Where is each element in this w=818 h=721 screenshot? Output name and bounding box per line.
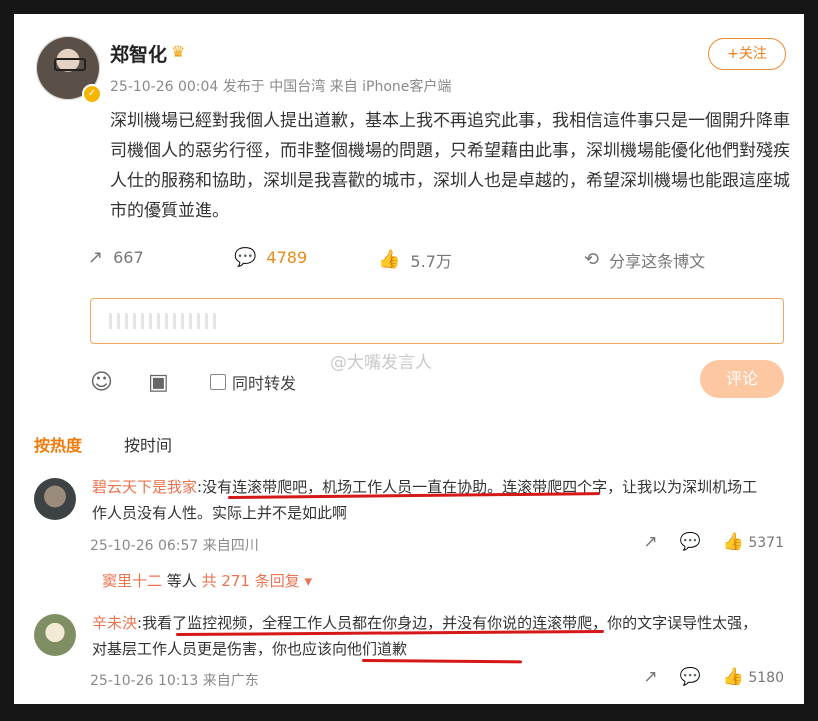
commenter-avatar[interactable] (34, 614, 76, 656)
reply-summary[interactable]: 窦里十二 等人 共 271 条回复 ▾ (102, 570, 312, 591)
submit-comment-button[interactable]: 评论 (700, 360, 784, 398)
reply-more[interactable]: 共 271 条回复 ▾ (202, 572, 312, 590)
comment-input[interactable] (90, 298, 784, 344)
comment-action[interactable]: 💬 4789 (234, 248, 307, 267)
crown-icon: ♛ (171, 42, 186, 61)
comment-tools: ↗ 💬 👍 5371 (643, 532, 784, 552)
like-group[interactable]: 👍 5371 (722, 532, 784, 552)
post-meta: 25-10-26 00:04 发布于 中国台湾 来自 iPhone客户端 (110, 79, 452, 95)
author-name[interactable]: 郑智化 (110, 40, 167, 67)
thumb-up-icon: 👍 (378, 249, 401, 270)
verified-badge-icon: ✓ (82, 84, 102, 104)
image-icon[interactable]: ▣ (148, 370, 169, 395)
like-count: 5180 (748, 670, 784, 686)
commenter-name[interactable]: 碧云天下是我家 (92, 478, 197, 496)
reply-user[interactable]: 窦里十二 (102, 572, 162, 590)
comment-icon[interactable]: 💬 (680, 534, 701, 551)
tab-time[interactable]: 按时间 (124, 432, 172, 456)
repost-checkbox[interactable]: 同时转发 (210, 370, 296, 394)
post-content: 深圳機場已經對我個人提出道歉，基本上我不再追究此事，我相信這件事只是一個開升降車… (110, 111, 790, 221)
like-count: 5.7万 (410, 252, 452, 271)
comment-icon[interactable]: 💬 (680, 669, 701, 686)
comment-meta: 25-10-26 06:57 来自四川 (90, 538, 259, 554)
commenter-name[interactable]: 辛未泱 (92, 614, 137, 632)
post-actions: ↗ 667 💬 4789 👍 5.7万 ⟲ 分享这条博文 (88, 248, 784, 276)
share-label: 分享这条博文 (609, 252, 706, 271)
like-group[interactable]: 👍 5180 (722, 667, 784, 687)
repost-count: 667 (113, 248, 144, 267)
reply-middle: 等人 (162, 572, 202, 590)
follow-button[interactable]: +关注 (708, 38, 786, 70)
commenter-avatar[interactable] (34, 478, 76, 520)
checkbox-box[interactable] (210, 374, 226, 390)
tab-hot[interactable]: 按热度 (34, 432, 82, 456)
like-action[interactable]: 👍 5.7万 (378, 248, 452, 272)
share-icon: ⟲ (584, 249, 600, 270)
comment-item-2: 辛未泱:我看了监控视频，全程工作人员都在你身边，并没有你说的连滚带爬，你的文字误… (34, 610, 784, 700)
thumb-up-icon: 👍 (722, 667, 744, 687)
comment-text: 碧云天下是我家:没有连滚带爬吧，机场工作人员一直在协助。连滚带爬四个字，让我以为… (92, 474, 772, 526)
reply-share-icon[interactable]: ↗ (643, 669, 657, 686)
comment-meta: 25-10-26 10:13 来自广东 (90, 673, 259, 689)
reply-share-icon[interactable]: ↗ (643, 534, 657, 551)
comment-body: :我看了监控视频，全程工作人员都在你身边，并没有你说的连滚带爬，你的文字误导性太… (92, 614, 758, 658)
comment-item-1: 碧云天下是我家:没有连滚带爬吧，机场工作人员一直在协助。连滚带爬四个字，让我以为… (34, 474, 784, 564)
comment-tools: ↗ 💬 👍 5180 (643, 667, 784, 687)
blurred-input-text (109, 313, 219, 329)
thumb-up-icon: 👍 (722, 532, 744, 552)
weibo-post-card: ✓ 郑智化 ♛ 25-10-26 00:04 发布于 中国台湾 来自 iPhon… (14, 14, 804, 704)
comment-count: 4789 (266, 248, 308, 267)
comment-text: 辛未泱:我看了监控视频，全程工作人员都在你身边，并没有你说的连滚带爬，你的文字误… (92, 610, 772, 662)
repost-icon: ↗ (88, 246, 104, 268)
emoji-icon[interactable]: ☺ (90, 370, 113, 395)
checkbox-label: 同时转发 (232, 374, 297, 393)
glasses-icon (54, 58, 86, 71)
comment-toolbar: ☺ ▣ 同时转发 评论 (90, 360, 784, 400)
repost-action[interactable]: ↗ 667 (88, 248, 144, 267)
like-count: 5371 (748, 535, 784, 551)
comment-icon: 💬 (234, 246, 257, 268)
share-action[interactable]: ⟲ 分享这条博文 (584, 248, 705, 272)
